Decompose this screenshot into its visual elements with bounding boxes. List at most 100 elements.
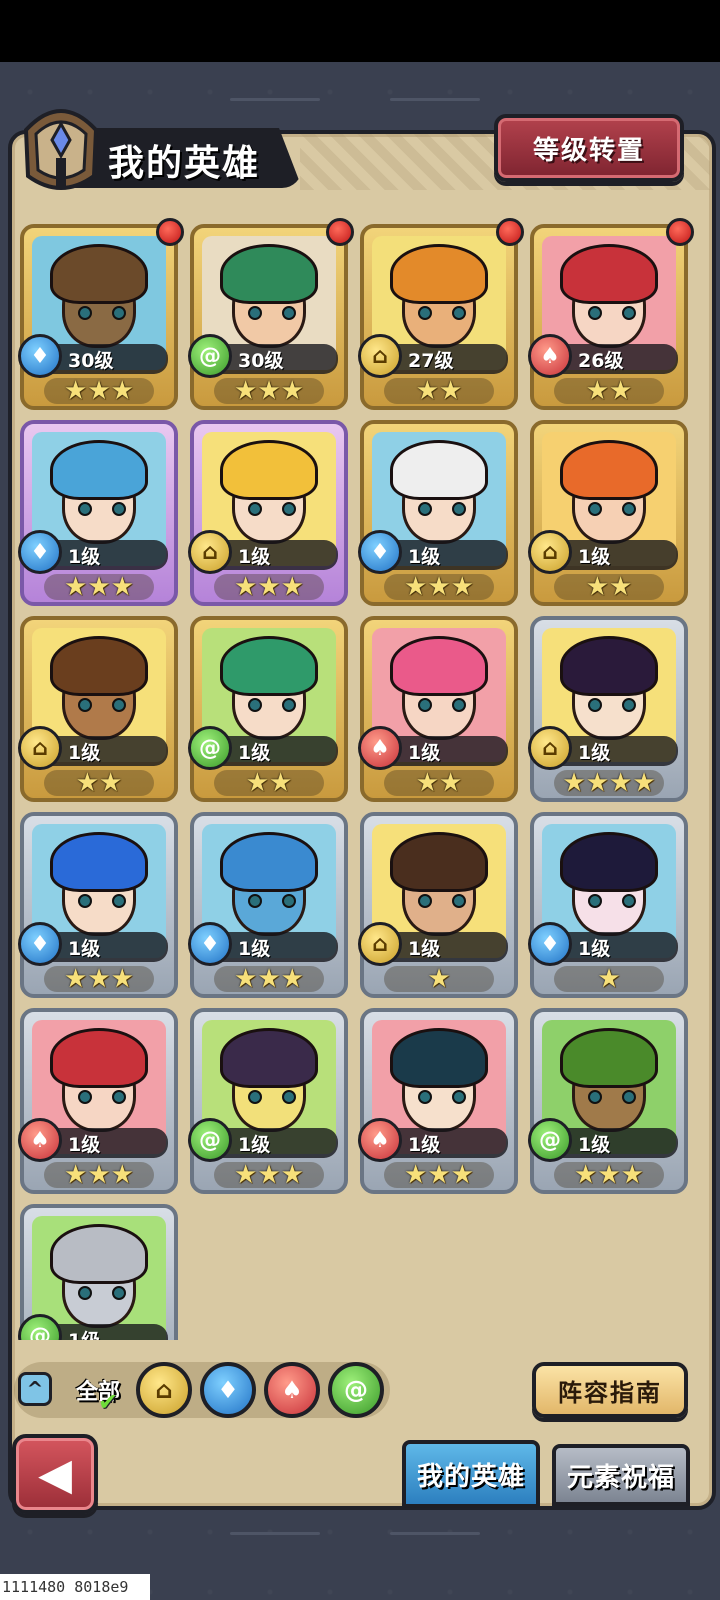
hero-stars: ★ ★ ★	[24, 376, 174, 406]
hero-eye	[452, 306, 466, 320]
hero-eye	[78, 894, 92, 908]
hero-level: 1级	[238, 1134, 271, 1156]
decor-line	[230, 1532, 320, 1535]
star-icon: ★	[234, 1160, 258, 1190]
water-element-icon: ♦	[18, 922, 62, 966]
level-plate	[384, 736, 508, 766]
hero-hair	[50, 244, 148, 304]
chevron-up-icon[interactable]: ^	[18, 1372, 52, 1406]
hero-eye	[282, 502, 296, 516]
star-icon: ★	[404, 1160, 428, 1190]
filter-nature-icon[interactable]: @	[328, 1362, 384, 1418]
hero-stars: ★ ★ ★	[534, 1160, 684, 1190]
hero-card[interactable]: ⌂ 1级 ★ ★	[528, 420, 688, 606]
filter-earth-icon[interactable]: ⌂	[136, 1362, 192, 1418]
star-icon: ★	[609, 376, 633, 406]
hero-card[interactable]: ♦ 1级 ★ ★ ★	[18, 420, 178, 606]
level-plate	[384, 932, 508, 962]
hero-stars: ★ ★ ★ ★	[534, 768, 684, 798]
hero-card[interactable]: @30级 ★ ★ ★	[188, 218, 354, 410]
back-button[interactable]: ◀	[12, 1434, 98, 1514]
tab-element-blessing[interactable]: 元素祝福	[552, 1444, 690, 1506]
hero-card[interactable]: ♠ 1级 ★ ★	[358, 616, 518, 802]
hero-stars: ★ ★ ★	[24, 964, 174, 994]
hero-card[interactable]: ♠ 1级 ★ ★ ★	[358, 1008, 518, 1194]
nature-element-icon: @	[528, 1118, 572, 1162]
star-icon: ★	[110, 376, 134, 406]
hero-card[interactable]: ♦ 30级 ★ ★ ★	[18, 218, 184, 410]
hero-level: 1级	[68, 938, 101, 960]
hero-stars: ★ ★	[534, 376, 684, 406]
star-icon: ★	[585, 768, 609, 798]
hero-card[interactable]: ⌂ 1级 ★ ★ ★	[188, 420, 348, 606]
hero-card[interactable]: ♦ 1级 ★ ★ ★	[188, 812, 348, 998]
hero-eye	[418, 698, 432, 712]
hero-eye	[78, 502, 92, 516]
hero-eye	[248, 698, 262, 712]
hero-card[interactable]: @1级 ★ ★ ★	[528, 1008, 688, 1194]
notification-dot	[326, 218, 354, 246]
level-plate	[554, 540, 678, 570]
hero-card[interactable]: ⌂ 1级 ★ ★	[18, 616, 178, 802]
page-title: 我的英雄	[108, 143, 261, 184]
hero-card[interactable]: ♠ 26级 ★ ★	[528, 218, 694, 410]
hero-card[interactable]: @1级	[18, 1204, 178, 1340]
hero-card[interactable]: ♦ 1级 ★	[528, 812, 688, 998]
hero-stars: ★ ★ ★	[24, 572, 174, 602]
hero-stars: ★ ★	[194, 768, 344, 798]
hero-stars: ★ ★	[534, 572, 684, 602]
hero-eye	[248, 894, 262, 908]
hero-eye	[112, 1286, 126, 1300]
hero-card[interactable]: ⌂ 27级 ★ ★	[358, 218, 524, 410]
hero-level: 1级	[578, 1134, 611, 1156]
hero-card[interactable]: @1级 ★ ★	[188, 616, 348, 802]
formation-guide-button[interactable]: 阵容指南	[532, 1362, 688, 1418]
star-icon: ★	[450, 572, 474, 602]
hero-hair	[560, 244, 658, 304]
hero-hair	[390, 440, 488, 500]
tab-my-heroes[interactable]: 我的英雄	[402, 1440, 540, 1508]
hero-card[interactable]: ⌂ 1级 ★	[358, 812, 518, 998]
hero-eye	[588, 894, 602, 908]
hero-stars: ★ ★ ★	[194, 964, 344, 994]
notification-dot	[496, 218, 524, 246]
hero-card[interactable]: @1级 ★ ★ ★	[188, 1008, 348, 1194]
hero-level: 1级	[68, 1134, 101, 1156]
star-icon: ★	[439, 768, 463, 798]
star-icon: ★	[234, 376, 258, 406]
hero-hair	[390, 832, 488, 892]
level-plate	[554, 932, 678, 962]
star-icon: ★	[574, 1160, 598, 1190]
hero-card[interactable]: ♦ 1级 ★ ★ ★	[18, 812, 178, 998]
star-icon: ★	[99, 768, 123, 798]
hero-hair	[50, 636, 148, 696]
level-plate	[214, 932, 338, 962]
filter-fire-icon[interactable]: ♠	[264, 1362, 320, 1418]
water-element-icon: ♦	[18, 530, 62, 574]
hero-level: 30级	[68, 350, 114, 372]
hero-hair	[50, 832, 148, 892]
hero-eye	[282, 306, 296, 320]
level-plate	[44, 736, 168, 766]
hero-stars: ★ ★ ★	[194, 376, 344, 406]
star-icon: ★	[597, 1160, 621, 1190]
star-icon: ★	[64, 572, 88, 602]
hero-card[interactable]: ♦ 1级 ★ ★ ★	[358, 420, 518, 606]
earth-element-icon: ⌂	[188, 530, 232, 574]
hero-stars: ★	[364, 964, 514, 994]
nature-element-icon: @	[188, 726, 232, 770]
level-transfer-button[interactable]: 等级转置	[494, 114, 684, 182]
star-icon: ★	[404, 572, 428, 602]
hero-eye	[622, 894, 636, 908]
hero-hair	[390, 636, 488, 696]
hero-card[interactable]: ⌂ 1级 ★ ★ ★ ★	[528, 616, 688, 802]
hero-card[interactable]: ♠ 1级 ★ ★ ★	[18, 1008, 178, 1194]
hero-stars: ★ ★ ★	[364, 572, 514, 602]
level-plate	[44, 1324, 168, 1340]
star-icon: ★	[450, 1160, 474, 1190]
star-icon: ★	[257, 964, 281, 994]
filter-water-icon[interactable]: ♦	[200, 1362, 256, 1418]
hero-hair	[220, 244, 318, 304]
hero-level: 1级	[578, 546, 611, 568]
hero-stars: ★ ★	[364, 376, 514, 406]
